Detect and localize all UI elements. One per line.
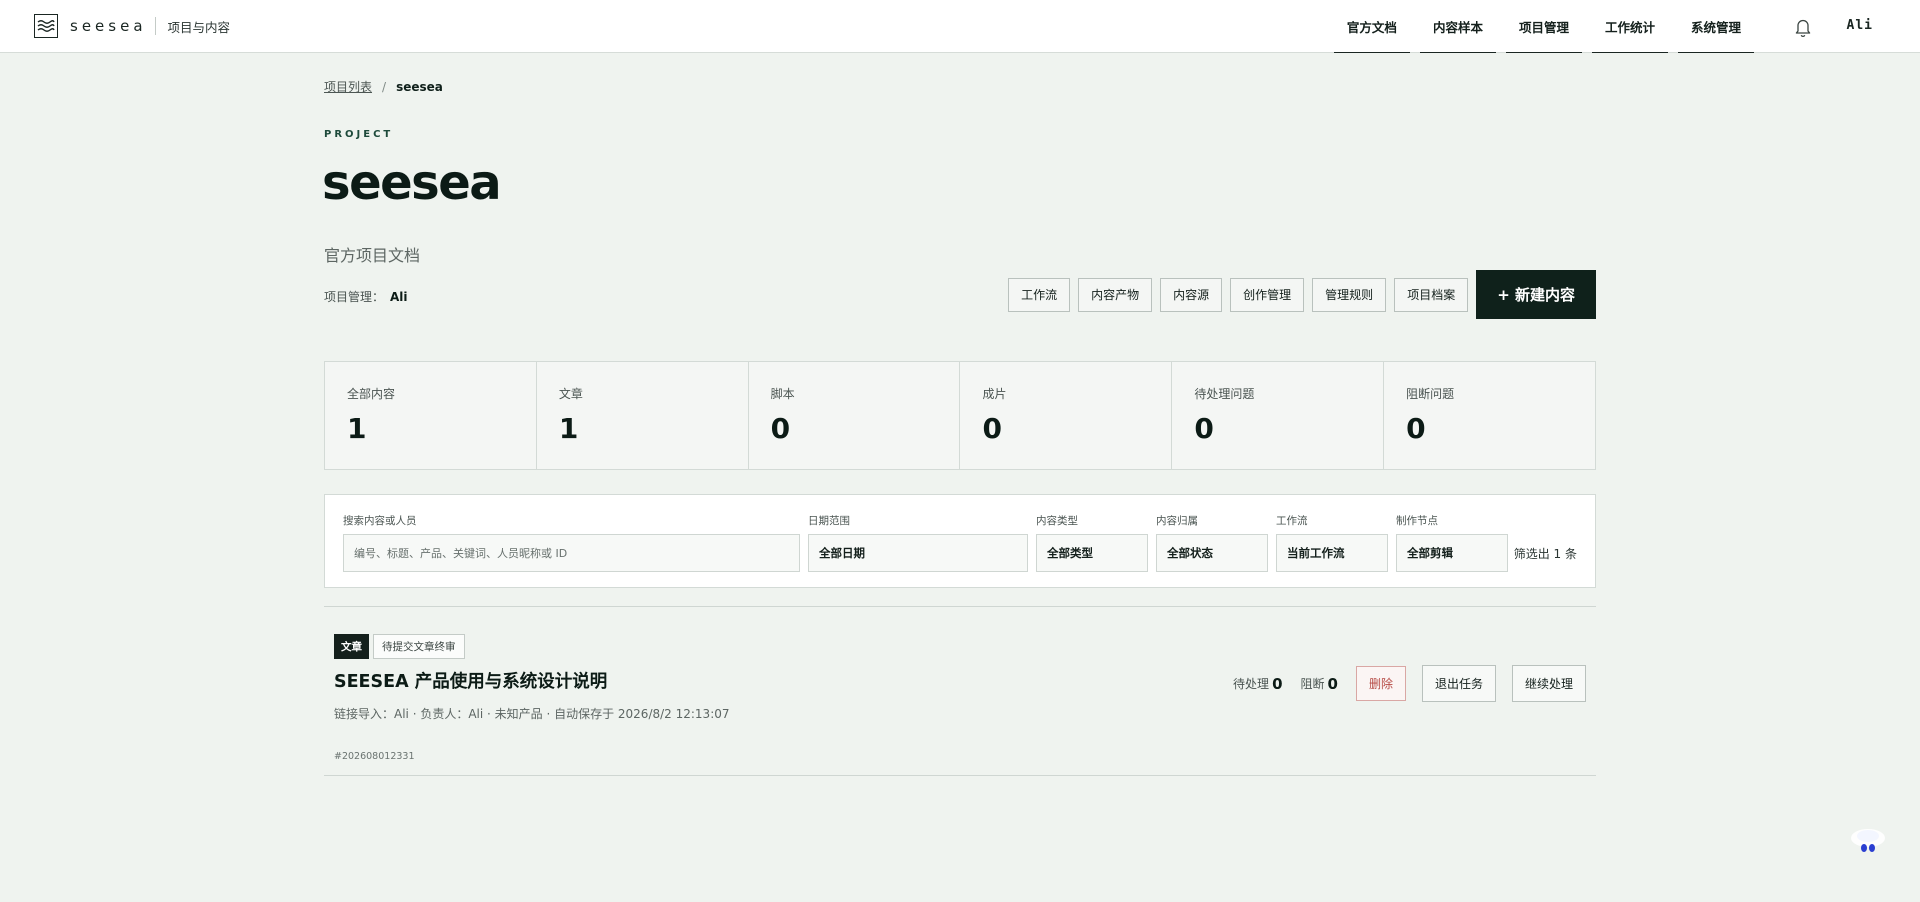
- stat-pending-issues: 待处理问题 0: [1172, 362, 1385, 469]
- owner-filter: 内容归属 全部状态: [1156, 513, 1268, 572]
- workflow-select[interactable]: 当前工作流: [1276, 534, 1388, 572]
- nav-item-docs[interactable]: 官方文档: [1333, 0, 1410, 53]
- breadcrumb-project-list[interactable]: 项目列表: [324, 78, 372, 95]
- stat-articles: 文章 1: [537, 362, 749, 469]
- project-description: 官方项目文档: [324, 246, 421, 265]
- type-tag: 文章: [334, 634, 369, 659]
- project-manager-name: Ali: [390, 290, 408, 304]
- project-archive-button[interactable]: 项目档案: [1394, 277, 1469, 312]
- item-tags: 文章 待提交文章终审: [334, 634, 465, 659]
- search-filter: 搜索内容或人员 编号、标题、产品、关键词、人员昵称或 ID: [343, 513, 800, 572]
- stat-label: 文章: [558, 387, 583, 401]
- stat-value: 0: [982, 412, 1002, 445]
- continue-button[interactable]: 继续处理: [1511, 665, 1586, 702]
- blocked-count: 0: [1327, 674, 1338, 693]
- breadcrumb-separator: /: [382, 79, 387, 94]
- stat-value: 0: [1406, 412, 1426, 445]
- node-select[interactable]: 全部剪辑: [1396, 534, 1508, 572]
- pending-label: 待处理: [1233, 677, 1270, 691]
- stat-label: 全部内容: [347, 387, 396, 401]
- stat-label: 阻断问题: [1406, 387, 1455, 401]
- stat-label: 脚本: [770, 387, 795, 401]
- node-label: 制作节点: [1396, 515, 1438, 527]
- list-divider-top: [324, 606, 1596, 607]
- stat-value: 1: [558, 412, 579, 445]
- workflow-filter: 工作流 当前工作流: [1276, 513, 1388, 572]
- top-bar: seesea 项目与内容 官方文档 内容样本 项目管理 工作统计 系统管理 Al…: [0, 0, 1920, 53]
- stat-videos: 成片 0: [960, 362, 1173, 469]
- exit-task-button[interactable]: 退出任务: [1421, 665, 1496, 702]
- project-manager: 项目管理： Ali: [324, 288, 408, 305]
- brand-name: seesea: [70, 17, 147, 35]
- nav-item-projects[interactable]: 项目管理: [1505, 0, 1582, 53]
- date-select[interactable]: 全部日期: [808, 534, 1028, 572]
- date-label: 日期范围: [808, 515, 850, 527]
- delete-button[interactable]: 删除: [1355, 666, 1406, 701]
- user-menu[interactable]: Ali: [1847, 18, 1873, 33]
- stats-panel: 全部内容 1 文章 1 脚本 0 成片 0 待处理问题 0 阻断问题 0: [324, 361, 1596, 470]
- project-actions: 工作流 内容产物 内容源 创作管理 管理规则 项目档案 + 新建内容: [1000, 270, 1596, 319]
- creation-management-button[interactable]: 创作管理: [1230, 277, 1305, 312]
- status-badge: 待提交文章终审: [373, 634, 465, 659]
- type-select[interactable]: 全部类型: [1036, 534, 1148, 572]
- filter-bar: 搜索内容或人员 编号、标题、产品、关键词、人员昵称或 ID 日期范围 全部日期 …: [324, 494, 1596, 588]
- breadcrumb-current: seesea: [396, 79, 443, 94]
- brand-divider: [154, 17, 156, 35]
- nav-item-system[interactable]: 系统管理: [1677, 0, 1754, 53]
- owner-label: 内容归属: [1156, 515, 1198, 527]
- stat-value: 0: [1194, 412, 1214, 445]
- main-nav: 官方文档 内容样本 项目管理 工作统计 系统管理: [1333, 0, 1764, 53]
- blocked-label: 阻断: [1300, 677, 1325, 691]
- content-source-button[interactable]: 内容源: [1160, 277, 1223, 312]
- type-label: 内容类型: [1036, 515, 1078, 527]
- logo-wave-icon: [34, 14, 58, 38]
- brand-subtitle: 项目与内容: [167, 19, 231, 35]
- assistant-float-icon[interactable]: [1849, 827, 1887, 857]
- search-label: 搜索内容或人员: [343, 515, 417, 527]
- brand[interactable]: seesea 项目与内容: [34, 14, 230, 38]
- bell-icon[interactable]: [1793, 16, 1813, 38]
- search-input[interactable]: 编号、标题、产品、关键词、人员昵称或 ID: [343, 534, 800, 572]
- nav-item-samples[interactable]: 内容样本: [1419, 0, 1496, 53]
- page-title: seesea: [322, 155, 502, 211]
- type-filter: 内容类型 全部类型: [1036, 513, 1148, 572]
- stat-value: 0: [770, 412, 791, 445]
- list-divider-bottom: [324, 775, 1596, 776]
- project-manager-label: 项目管理：: [324, 290, 385, 304]
- owner-select[interactable]: 全部状态: [1156, 534, 1268, 572]
- stat-all-content: 全部内容 1: [325, 362, 537, 469]
- workflow-button[interactable]: 工作流: [1008, 277, 1071, 312]
- breadcrumb: 项目列表 / seesea: [324, 78, 443, 95]
- stat-scripts: 脚本 0: [749, 362, 961, 469]
- project-eyebrow: PROJECT: [324, 129, 394, 140]
- stat-value: 1: [347, 412, 367, 445]
- result-count: 筛选出 1 条: [1513, 547, 1577, 561]
- content-output-button[interactable]: 内容产物: [1078, 277, 1153, 312]
- stat-label: 成片: [982, 387, 1007, 401]
- content-meta: 链接导入：Ali · 负责人：Ali · 未知产品 · 自动保存于 2026/8…: [334, 707, 730, 721]
- pending-count: 0: [1272, 674, 1283, 693]
- stat-label: 待处理问题: [1194, 387, 1255, 401]
- workflow-label: 工作流: [1276, 515, 1308, 527]
- content-id: #202608012331: [334, 751, 415, 762]
- nav-item-stats[interactable]: 工作统计: [1591, 0, 1668, 53]
- date-filter: 日期范围 全部日期: [808, 513, 1028, 572]
- content-title[interactable]: SEESEA 产品使用与系统设计说明: [334, 668, 607, 693]
- stat-blocking-issues: 阻断问题 0: [1384, 362, 1595, 469]
- new-content-button[interactable]: + 新建内容: [1476, 270, 1596, 319]
- item-actions: 待处理 0 阻断 0 删除 退出任务 继续处理: [1233, 665, 1586, 702]
- management-rules-button[interactable]: 管理规则: [1312, 277, 1387, 312]
- node-filter: 制作节点 全部剪辑: [1396, 513, 1508, 572]
